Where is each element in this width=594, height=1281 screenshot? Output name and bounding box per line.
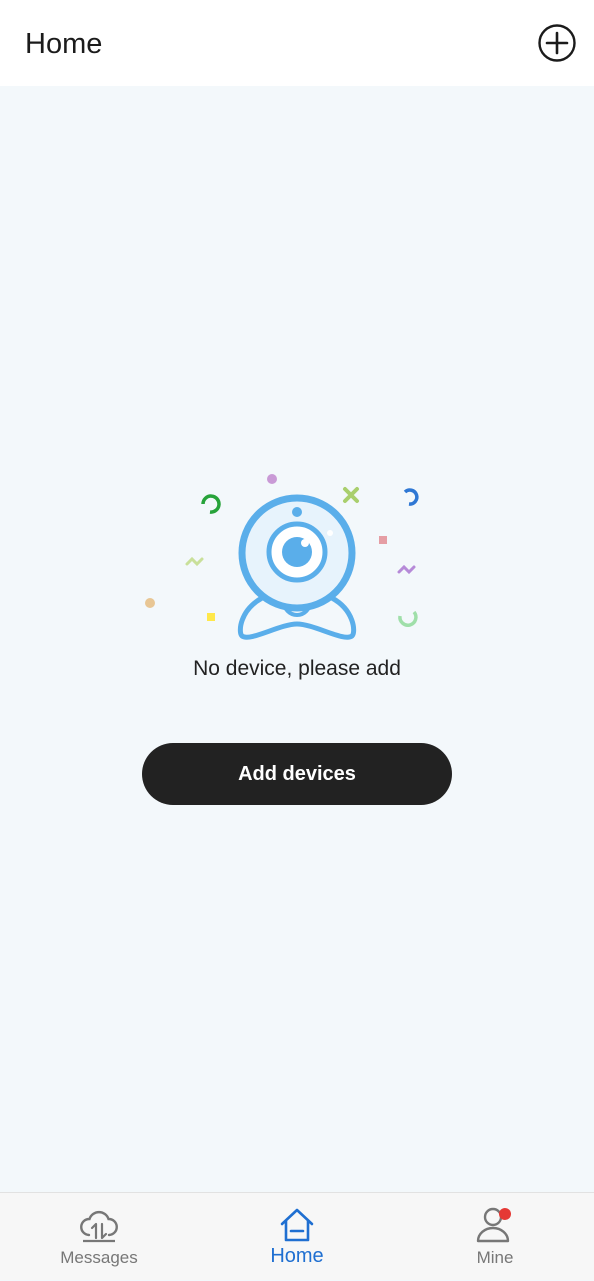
nav-item-messages[interactable]: Messages	[0, 1193, 198, 1281]
nav-label-mine: Mine	[476, 1248, 514, 1267]
app-header: Home	[0, 0, 594, 86]
empty-state-message: No device, please add	[193, 657, 401, 680]
nav-label-messages: Messages	[60, 1248, 138, 1267]
cloud-sync-icon	[79, 1205, 119, 1245]
notification-badge	[499, 1208, 511, 1220]
webcam-illustration	[140, 464, 440, 650]
page-title: Home	[25, 28, 103, 60]
home-icon	[277, 1205, 317, 1245]
add-devices-button[interactable]: Add devices	[142, 743, 452, 805]
nav-label-home: Home	[270, 1245, 324, 1267]
plus-circle-icon[interactable]	[537, 23, 577, 63]
bottom-nav: Messages Home Mine	[0, 1192, 594, 1280]
nav-item-mine[interactable]: Mine	[396, 1193, 594, 1281]
nav-item-home[interactable]: Home	[198, 1193, 396, 1281]
